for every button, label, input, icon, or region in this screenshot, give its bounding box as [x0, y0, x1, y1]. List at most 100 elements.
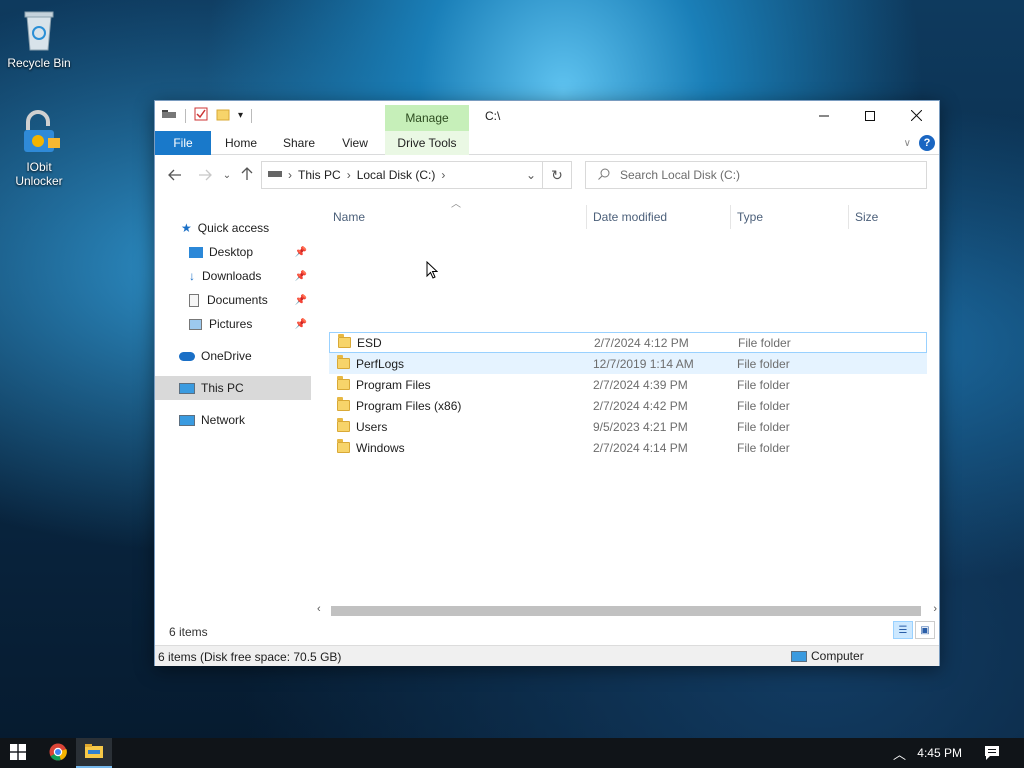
tab-home[interactable]: Home: [217, 131, 265, 155]
address-dropdown-icon[interactable]: ⌄: [526, 168, 536, 182]
nav-this-pc[interactable]: This PC: [155, 376, 311, 400]
minimize-button[interactable]: [801, 101, 847, 131]
forward-button[interactable]: [195, 166, 215, 186]
recent-locations-button[interactable]: ⌄: [217, 166, 237, 186]
nav-network[interactable]: Network: [155, 408, 311, 432]
file-row[interactable]: Windows 2/7/2024 4:14 PM File folder: [329, 437, 927, 458]
breadcrumb-this-pc[interactable]: This PC: [298, 168, 341, 182]
status-bar: 6 items (Disk free space: 70.5 GB) Compu…: [155, 645, 939, 666]
file-type: File folder: [737, 377, 790, 392]
pin-icon[interactable]: 📌: [295, 295, 307, 306]
file-row[interactable]: Users 9/5/2023 4:21 PM File folder: [329, 416, 927, 437]
pin-icon[interactable]: 📌: [295, 271, 307, 282]
scroll-left-icon[interactable]: ‹: [317, 603, 321, 615]
tab-drive-tools[interactable]: Drive Tools: [385, 131, 469, 155]
taskbar-clock[interactable]: 4:45 PM: [917, 746, 962, 760]
show-hidden-icons-icon[interactable]: ︿: [893, 744, 906, 763]
nav-quick-access[interactable]: ★ Quick access: [155, 216, 311, 240]
refresh-button[interactable]: ↻: [543, 161, 572, 189]
column-header-date-modified[interactable]: Date modified: [589, 205, 731, 229]
title-bar[interactable]: ▾ Manage C:\: [155, 101, 939, 131]
file-date: 2/7/2024 4:12 PM: [594, 335, 689, 350]
star-icon: ★: [181, 221, 192, 235]
maximize-icon: [865, 108, 875, 124]
tab-share[interactable]: Share: [275, 131, 323, 155]
new-folder-icon[interactable]: [216, 107, 230, 124]
status-zone: Computer: [791, 649, 864, 663]
file-row[interactable]: PerfLogs 12/7/2019 1:14 AM File folder: [329, 353, 927, 374]
file-date: 2/7/2024 4:39 PM: [593, 377, 688, 392]
folder-icon: [337, 376, 350, 390]
file-name: Windows: [356, 440, 405, 455]
desktop-icon-iobit-unlocker[interactable]: IObit Unlocker: [1, 110, 77, 188]
address-row: ⌄ › This PC › Local Disk (C:) › ⌄ ↻ Sear…: [155, 156, 939, 196]
nav-documents[interactable]: Documents 📌: [155, 288, 311, 312]
chrome-icon: [49, 743, 67, 764]
back-button[interactable]: [165, 166, 185, 186]
desktop-icon-label: IObit Unlocker: [15, 160, 63, 188]
address-bar[interactable]: › This PC › Local Disk (C:) › ⌄: [261, 161, 543, 189]
action-center-icon[interactable]: [984, 745, 1000, 764]
file-date: 12/7/2019 1:14 AM: [593, 356, 694, 371]
large-icons-view-button[interactable]: ▣: [915, 621, 935, 639]
search-box[interactable]: Search Local Disk (C:): [585, 161, 927, 189]
details-view-button[interactable]: ☰: [893, 621, 913, 639]
recycle-bin-icon: [19, 8, 59, 52]
large-icons-view-icon: ▣: [920, 624, 930, 636]
nav-desktop[interactable]: Desktop 📌: [155, 240, 311, 264]
start-button[interactable]: [0, 738, 36, 768]
file-row[interactable]: ESD 2/7/2024 4:12 PM File folder: [329, 332, 927, 353]
file-type: File folder: [737, 440, 790, 455]
status-zone-label: Computer: [811, 649, 864, 663]
chevron-down-icon: ⌄: [222, 170, 232, 181]
file-row[interactable]: Program Files (x86) 2/7/2024 4:42 PM Fil…: [329, 395, 927, 416]
file-type: File folder: [737, 398, 790, 413]
file-list: ︿ Name Date modified Type Size ESD 2/7/2…: [329, 199, 933, 601]
maximize-button[interactable]: [847, 101, 893, 131]
tab-file[interactable]: File: [155, 131, 211, 155]
up-button[interactable]: [237, 166, 257, 186]
horizontal-scrollbar[interactable]: ‹ ›: [315, 603, 939, 619]
file-explorer-window: ▾ Manage C:\ File Home Share View Drive …: [154, 100, 940, 666]
scroll-right-icon[interactable]: ›: [933, 603, 937, 615]
windows-logo-icon: [10, 743, 26, 763]
desktop-icon: [189, 246, 203, 258]
pin-icon[interactable]: 📌: [295, 247, 307, 258]
desktop-icon-recycle-bin[interactable]: Recycle Bin: [1, 8, 77, 70]
window-title: C:\: [485, 109, 501, 123]
refresh-icon: ↻: [551, 167, 563, 183]
nav-onedrive[interactable]: OneDrive: [155, 344, 311, 368]
nav-pictures[interactable]: Pictures 📌: [155, 312, 311, 336]
close-button[interactable]: [893, 101, 939, 131]
folder-icon: [337, 418, 350, 432]
iobit-unlocker-icon: [16, 110, 62, 156]
file-row[interactable]: Program Files 2/7/2024 4:39 PM File fold…: [329, 374, 927, 395]
close-icon: [910, 108, 922, 124]
breadcrumb-separator-icon: ›: [441, 168, 446, 182]
file-name: Program Files: [356, 377, 431, 392]
view-buttons: ☰ ▣: [893, 621, 935, 639]
nav-label: Quick access: [197, 221, 270, 235]
back-arrow-icon: [168, 168, 182, 184]
breadcrumb-local-disk[interactable]: Local Disk (C:): [357, 168, 436, 182]
column-header-type[interactable]: Type: [733, 205, 849, 229]
scrollbar-thumb[interactable]: [331, 606, 921, 616]
column-header-name[interactable]: Name: [329, 205, 587, 229]
taskbar-file-explorer[interactable]: [76, 738, 112, 768]
column-header-size[interactable]: Size: [851, 205, 931, 229]
taskbar: ︿ 4:45 PM: [0, 738, 1024, 768]
tab-view[interactable]: View: [331, 131, 379, 155]
folder-icon: [337, 439, 350, 453]
nav-downloads[interactable]: ↓ Downloads 📌: [155, 264, 311, 288]
tab-manage[interactable]: Manage: [385, 105, 469, 131]
taskbar-chrome[interactable]: [40, 738, 76, 768]
ribbon-tabs: File Home Share View Drive Tools: [155, 131, 939, 155]
breadcrumb-separator-icon: ›: [346, 168, 351, 182]
pin-icon[interactable]: 📌: [295, 319, 307, 330]
properties-icon[interactable]: [194, 107, 208, 124]
customize-qat-icon[interactable]: ▾: [238, 110, 243, 121]
cloud-icon: [179, 351, 195, 361]
help-icon[interactable]: ?: [919, 135, 935, 151]
expand-ribbon-icon[interactable]: ∨: [904, 138, 911, 149]
mouse-cursor-icon: [426, 260, 439, 283]
